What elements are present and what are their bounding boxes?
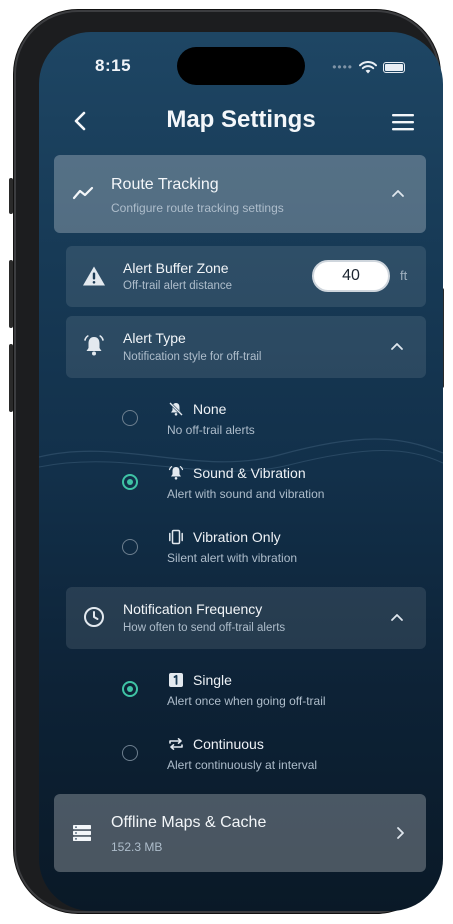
offline-maps-size: 152.3 MB bbox=[111, 840, 163, 854]
alert-buffer-title: Alert Buffer Zone bbox=[123, 260, 229, 276]
buffer-unit-label: ft bbox=[400, 268, 408, 283]
alert-type-title: Alert Type bbox=[123, 330, 186, 346]
route-tracking-title: Route Tracking bbox=[111, 176, 219, 193]
option-label: Vibration Only bbox=[193, 529, 281, 545]
chevron-up-icon bbox=[392, 190, 404, 197]
notification-frequency-subtitle: How often to send off-trail alerts bbox=[123, 622, 286, 634]
volume-up-button bbox=[9, 260, 13, 328]
action-button bbox=[9, 178, 13, 214]
radio-single[interactable] bbox=[122, 681, 138, 697]
radio-none[interactable] bbox=[122, 410, 138, 426]
offline-maps-row[interactable]: Offline Maps & Cache 152.3 MB bbox=[54, 794, 426, 872]
chevron-right-icon bbox=[397, 827, 404, 839]
option-label: Sound & Vibration bbox=[193, 465, 306, 481]
screen: 8:15 •••• Map Settings Route Tracking Co… bbox=[39, 32, 443, 911]
vibration-icon bbox=[169, 529, 183, 545]
status-time: 8:15 bbox=[95, 56, 132, 75]
status-icons: •••• bbox=[332, 60, 405, 74]
notification-frequency-title: Notification Frequency bbox=[123, 601, 263, 617]
route-tracking-header[interactable]: Route Tracking Configure route tracking … bbox=[54, 155, 426, 233]
radio-continuous[interactable] bbox=[122, 745, 138, 761]
chevron-up-icon bbox=[391, 343, 403, 350]
trend-line-icon bbox=[72, 186, 94, 200]
bell-off-icon bbox=[169, 402, 183, 416]
option-label: None bbox=[193, 401, 227, 417]
signal-dots-icon: •••• bbox=[332, 60, 353, 74]
phone-frame: 8:15 •••• Map Settings Route Tracking Co… bbox=[14, 10, 443, 913]
offline-maps-title: Offline Maps & Cache bbox=[111, 814, 267, 831]
warning-triangle-icon bbox=[83, 266, 105, 286]
option-description: Alert with sound and vibration bbox=[167, 487, 325, 501]
buffer-distance-input[interactable]: 40 bbox=[312, 260, 390, 292]
radio-vibration-only[interactable] bbox=[122, 539, 138, 555]
option-description: Alert once when going off-trail bbox=[167, 694, 326, 708]
chevron-up-icon bbox=[391, 614, 403, 621]
alert-type-subtitle: Notification style for off-trail bbox=[123, 351, 262, 363]
storage-icon bbox=[73, 825, 91, 841]
hamburger-menu-icon[interactable] bbox=[391, 112, 415, 132]
bell-ring-icon bbox=[168, 466, 184, 480]
option-label: Single bbox=[193, 672, 232, 688]
volume-down-button bbox=[9, 344, 13, 412]
alert-buffer-subtitle: Off-trail alert distance bbox=[123, 280, 233, 292]
battery-icon bbox=[383, 61, 405, 73]
clock-icon bbox=[84, 607, 104, 627]
notification-frequency-header[interactable]: Notification Frequency How often to send… bbox=[66, 587, 426, 649]
number-one-icon bbox=[169, 673, 183, 687]
dynamic-island bbox=[177, 47, 305, 85]
wifi-icon bbox=[359, 60, 377, 73]
repeat-icon bbox=[169, 738, 183, 750]
route-tracking-subtitle: Configure route tracking settings bbox=[111, 201, 284, 215]
radio-sound-vibration[interactable] bbox=[122, 474, 138, 490]
bell-ring-icon bbox=[84, 335, 104, 356]
page-title: Map Settings bbox=[166, 106, 316, 133]
alert-type-header[interactable]: Alert Type Notification style for off-tr… bbox=[66, 316, 426, 378]
option-description: No off-trail alerts bbox=[167, 423, 255, 437]
option-label: Continuous bbox=[193, 736, 264, 752]
option-description: Silent alert with vibration bbox=[167, 551, 298, 565]
option-description: Alert continuously at interval bbox=[167, 758, 318, 772]
